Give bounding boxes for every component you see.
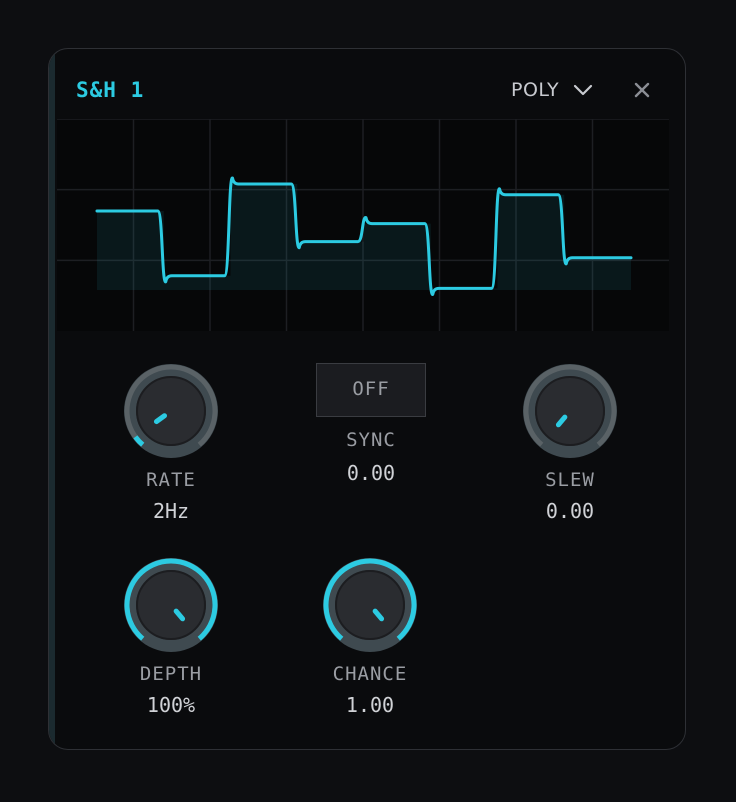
rate-value: 2Hz	[152, 499, 190, 523]
chance-knob[interactable]	[320, 555, 420, 655]
module-title: S&H 1	[76, 78, 145, 102]
sync-label: SYNC	[346, 429, 396, 451]
slew-label: SLEW	[545, 469, 595, 491]
rate-label: RATE	[146, 469, 196, 491]
sync-value: 0.00	[346, 461, 396, 485]
chance-value: 1.00	[345, 693, 395, 717]
poly-mode-dropdown[interactable]: POLY	[511, 79, 593, 101]
rate-knob[interactable]	[121, 361, 221, 461]
depth-control: DEPTH 100%	[101, 555, 241, 717]
slew-control: SLEW 0.00	[500, 361, 640, 523]
mode-label: POLY	[511, 79, 560, 101]
chance-label: CHANCE	[332, 663, 408, 685]
depth-value: 100%	[146, 693, 196, 717]
depth-knob[interactable]	[121, 555, 221, 655]
sync-toggle-button[interactable]: OFF	[316, 363, 426, 417]
sync-control: OFF SYNC 0.00	[314, 363, 428, 485]
close-icon[interactable]	[631, 79, 653, 101]
slew-knob[interactable]	[520, 361, 620, 461]
rate-control: RATE 2Hz	[101, 361, 241, 523]
sample-and-hold-panel: S&H 1 POLY RATE 2Hz OFF SYNC 0.00 SLEW 0…	[48, 48, 686, 750]
waveform-display	[57, 119, 669, 331]
chance-control: CHANCE 1.00	[300, 555, 440, 717]
depth-label: DEPTH	[139, 663, 203, 685]
chevron-down-icon	[573, 84, 593, 96]
panel-edge-accent	[49, 49, 55, 749]
slew-value: 0.00	[545, 499, 595, 523]
